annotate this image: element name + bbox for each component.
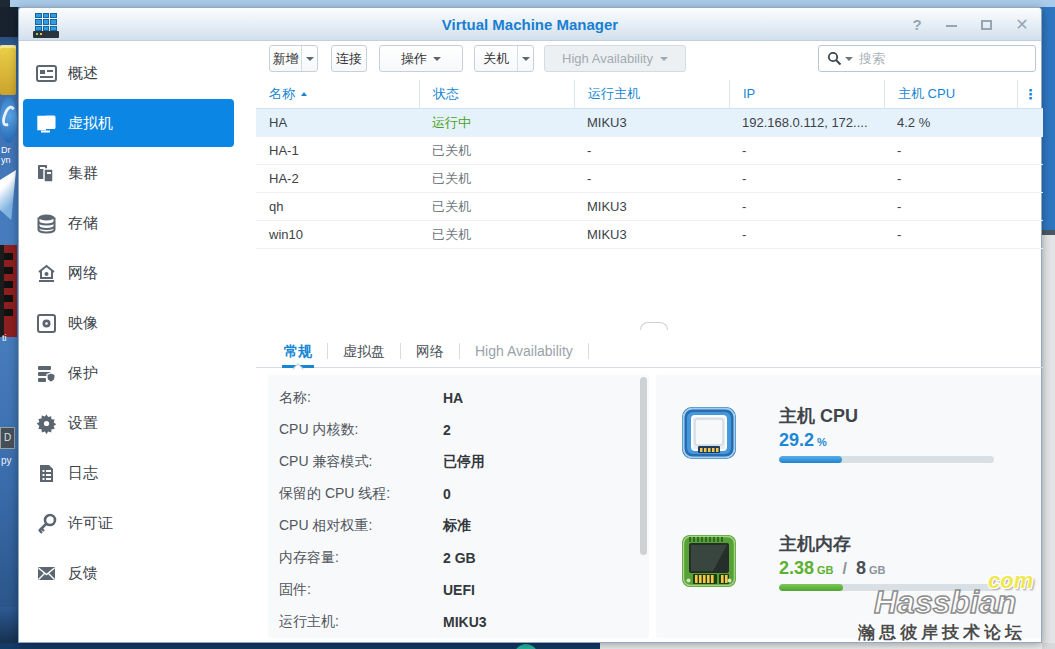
cpu-icon <box>681 406 737 460</box>
shutdown-button[interactable]: 关机 <box>474 45 534 72</box>
table-row[interactable]: HA-1 已关机 - - - <box>256 137 1043 165</box>
sidebar: 概述 虚拟机 集群 存储 网络 映像 <box>19 41 256 642</box>
ram-icon <box>681 534 737 588</box>
watermark-forum: 瀚思彼岸技术论坛 <box>858 621 1026 644</box>
sidebar-item-cluster[interactable]: 集群 <box>19 148 256 198</box>
panel-collapse-handle[interactable] <box>640 322 668 330</box>
sidebar-item-log[interactable]: 日志 <box>19 448 256 498</box>
col-cpu[interactable]: 主机 CPU <box>884 80 1017 108</box>
storage-icon <box>36 213 57 234</box>
tab-network[interactable]: 网络 <box>401 335 459 368</box>
taskbar-app-icon[interactable] <box>514 644 538 649</box>
gear-icon <box>36 413 57 434</box>
protection-icon <box>36 363 57 384</box>
watermark-hassbian: Hassbian <box>874 584 1016 621</box>
network-icon <box>36 263 57 284</box>
host-cpu-value: 29.2 <box>779 430 814 450</box>
vm-icon <box>36 113 57 134</box>
sidebar-item-network[interactable]: 网络 <box>19 248 256 298</box>
mail-icon <box>36 563 57 584</box>
host-cpu-title: 主机 CPU <box>779 406 1019 426</box>
col-ip[interactable]: IP <box>729 80 884 108</box>
detail-tabs: 常规 虚拟盘 网络 High Availability <box>256 335 1043 368</box>
desktop-left-strip: Dryn ti D py <box>0 7 18 643</box>
column-menu-icon[interactable]: ⋮ <box>1017 80 1043 108</box>
sidebar-item-image[interactable]: 映像 <box>19 298 256 348</box>
main-content: 新增 连接 操作 关机 High Availability <box>256 41 1041 642</box>
connect-button[interactable]: 连接 <box>331 45 367 72</box>
host-memory-title: 主机内存 <box>779 534 1019 554</box>
col-name[interactable]: 名称 <box>256 80 419 108</box>
image-icon <box>36 313 57 334</box>
maximize-button[interactable] <box>980 18 994 32</box>
tab-vdisk[interactable]: 虚拟盘 <box>328 335 400 368</box>
sidebar-item-storage[interactable]: 存储 <box>19 198 256 248</box>
host-memory-used: 2.38 <box>779 558 814 578</box>
new-dropdown[interactable] <box>301 46 317 71</box>
help-button[interactable]: ? <box>910 18 924 32</box>
sort-asc-icon <box>301 92 307 96</box>
ha-button[interactable]: High Availability <box>544 45 686 72</box>
cluster-icon <box>36 163 57 184</box>
search-dropdown[interactable] <box>845 57 853 61</box>
sidebar-item-overview[interactable]: 概述 <box>19 48 256 98</box>
table-row[interactable]: HA-2 已关机 - - - <box>256 165 1043 193</box>
vm-table: 名称 状态 运行主机 IP 主机 CPU ⋮ HA 运行中 MIKU3 192.… <box>256 80 1043 249</box>
vmm-window: Virtual Machine Manager ? ✕ 概述 虚拟机 集群 <box>18 7 1042 643</box>
sidebar-item-settings[interactable]: 设置 <box>19 398 256 448</box>
host-memory-total: 8 <box>856 558 866 578</box>
search-box[interactable] <box>818 45 1036 72</box>
tab-general[interactable]: 常规 <box>269 335 327 368</box>
col-status[interactable]: 状态 <box>419 80 574 108</box>
log-icon <box>36 463 57 484</box>
overview-icon <box>36 63 57 84</box>
detail-scrollbar[interactable] <box>639 377 648 636</box>
titlebar[interactable]: Virtual Machine Manager ? ✕ <box>19 8 1041 41</box>
general-detail-panel: 名称:HA CPU 内核数:2 CPU 兼容模式:已停用 保留的 CPU 线程:… <box>268 375 649 638</box>
sidebar-item-vm[interactable]: 虚拟机 <box>23 99 234 147</box>
search-icon <box>827 51 842 66</box>
search-input[interactable] <box>859 51 1035 66</box>
table-row[interactable]: HA 运行中 MIKU3 192.168.0.112, 172.... 4.2 … <box>256 109 1043 137</box>
desktop-right-strip <box>1042 7 1055 643</box>
sidebar-item-protection[interactable]: 保护 <box>19 348 256 398</box>
tab-ha[interactable]: High Availability <box>460 335 588 368</box>
cpu-usage-bar <box>779 456 994 463</box>
action-button[interactable]: 操作 <box>379 45 463 72</box>
close-button[interactable]: ✕ <box>1015 18 1029 32</box>
sidebar-item-feedback[interactable]: 反馈 <box>19 548 256 598</box>
col-host[interactable]: 运行主机 <box>574 80 729 108</box>
minimize-button[interactable] <box>945 18 959 32</box>
sidebar-item-license[interactable]: 许可证 <box>19 498 256 548</box>
key-icon <box>36 513 57 534</box>
table-row[interactable]: qh 已关机 MIKU3 - - <box>256 193 1043 221</box>
window-title: Virtual Machine Manager <box>19 8 1041 41</box>
shutdown-dropdown[interactable] <box>517 46 533 71</box>
table-header: 名称 状态 运行主机 IP 主机 CPU ⋮ <box>256 80 1043 109</box>
new-button[interactable]: 新增 <box>269 45 318 72</box>
desktop-top-strip <box>0 0 1055 7</box>
table-row[interactable]: win10 已关机 MIKU3 - - <box>256 221 1043 249</box>
